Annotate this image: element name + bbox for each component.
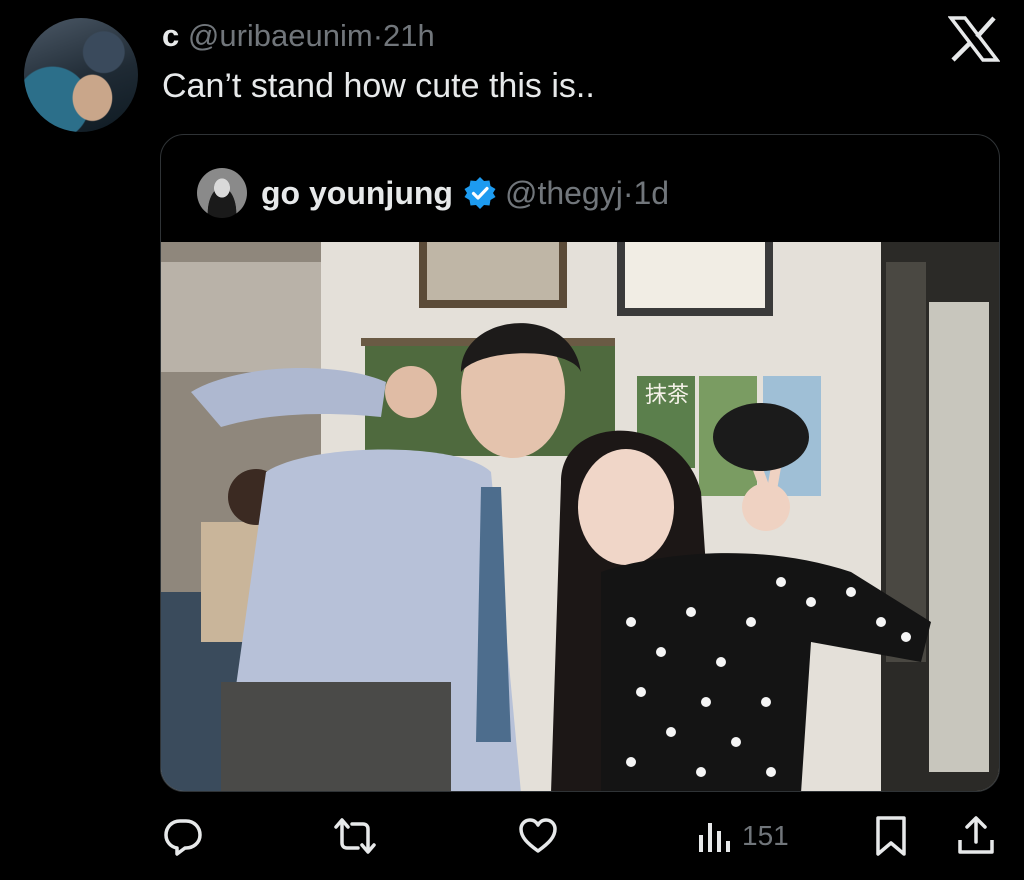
- author-handle[interactable]: @uribaeunim: [188, 18, 373, 53]
- bookmark-button[interactable]: [874, 808, 908, 864]
- tweet-header: c @uribaeunim·21h: [162, 18, 435, 54]
- reply-button[interactable]: [162, 808, 204, 864]
- tweet-text: Can’t stand how cute this is..: [162, 67, 595, 105]
- header-separator: ·: [372, 18, 384, 53]
- quoted-photo[interactable]: 抹茶: [161, 242, 999, 791]
- reply-icon: [164, 819, 202, 856]
- x-logo-icon[interactable]: [947, 16, 1001, 62]
- views-button[interactable]: 151: [696, 808, 789, 864]
- author-display-name[interactable]: c: [162, 18, 179, 53]
- poster-sign-text: 抹茶: [645, 383, 689, 408]
- share-icon: [958, 816, 994, 854]
- like-button[interactable]: [517, 808, 559, 864]
- photo-illustration: 抹茶: [161, 242, 999, 791]
- quoted-separator: ·: [622, 174, 634, 211]
- repost-icon: [334, 818, 376, 854]
- bookmark-icon: [876, 816, 906, 856]
- quoted-author-avatar[interactable]: [197, 168, 247, 218]
- like-icon: [519, 818, 557, 853]
- tweet-time[interactable]: 21h: [383, 18, 435, 53]
- quoted-time[interactable]: 1d: [633, 175, 669, 211]
- quoted-author-display-name[interactable]: go younjung: [261, 175, 453, 212]
- author-avatar[interactable]: [24, 18, 138, 132]
- quoted-tweet-header: go younjung @thegyj·1d: [197, 167, 669, 219]
- verified-badge-icon: [464, 177, 496, 209]
- view-count: 151: [742, 820, 789, 851]
- quoted-tweet-card[interactable]: go younjung @thegyj·1d 抹茶: [160, 134, 1000, 792]
- quoted-author-handle[interactable]: @thegyj: [505, 175, 623, 211]
- repost-button[interactable]: [330, 808, 380, 864]
- analytics-icon: [699, 823, 730, 852]
- tweet-action-bar: 151: [0, 808, 1024, 868]
- share-button[interactable]: [956, 808, 996, 864]
